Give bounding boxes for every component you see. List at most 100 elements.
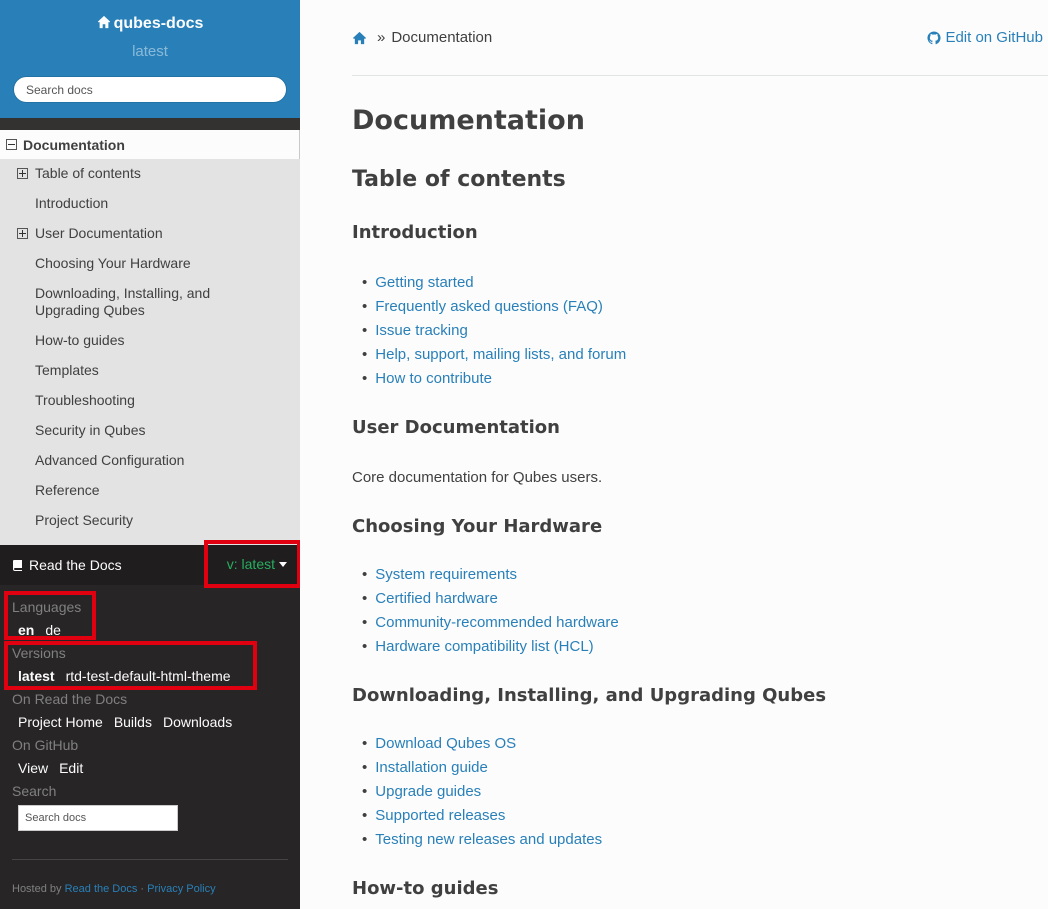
on-rtd-heading: On Read the Docs	[12, 691, 128, 707]
home-icon	[97, 15, 110, 29]
book-icon	[13, 560, 22, 571]
list-item: Getting started	[362, 271, 626, 295]
rtd-flyout: Read the Docs v: latest Languages en de V…	[0, 540, 300, 909]
project-name: qubes-docs	[113, 15, 204, 32]
testing-releases-link[interactable]: Testing new releases and updates	[375, 831, 602, 848]
toc-list: Table of contents Introduction User Docu…	[0, 159, 300, 536]
current-version-label: v: latest	[226, 556, 275, 572]
section-howto-heading: How-to guides	[352, 878, 499, 899]
download-qubes-link[interactable]: Download Qubes OS	[375, 735, 516, 752]
downloads-link[interactable]: Downloads	[163, 714, 232, 730]
list-item: Frequently asked questions (FAQ)	[362, 295, 626, 319]
how-to-contribute-link[interactable]: How to contribute	[375, 370, 492, 387]
github-list: View Edit	[18, 760, 288, 776]
list-item: Hardware compatibility list (HCL)	[362, 635, 619, 659]
expand-icon[interactable]	[17, 168, 28, 179]
read-the-docs-link[interactable]: Read the Docs	[65, 883, 138, 895]
github-view-link[interactable]: View	[18, 760, 48, 776]
hosted-prefix: Hosted by	[12, 883, 62, 895]
project-home-link[interactable]: qubes-docs	[0, 14, 300, 34]
sidebar-header: qubes-docs latest	[0, 0, 300, 118]
versions-highlight	[4, 641, 257, 690]
toc-item-reference[interactable]: Reference	[0, 476, 300, 506]
rtd-divider	[12, 859, 288, 860]
list-item: Help, support, mailing lists, and forum	[362, 343, 626, 367]
certified-hardware-link[interactable]: Certified hardware	[375, 590, 498, 607]
list-item: Community-recommended hardware	[362, 611, 618, 635]
github-icon	[927, 30, 941, 44]
list-item: Upgrade guides	[362, 780, 602, 804]
community-hardware-link[interactable]: Community-recommended hardware	[375, 614, 618, 631]
header-divider	[352, 75, 1048, 76]
hardware-links: System requirements Certified hardware C…	[362, 563, 619, 659]
supported-releases-link[interactable]: Supported releases	[375, 807, 505, 824]
list-item: Certified hardware	[362, 587, 619, 611]
section-install-heading: Downloading, Installing, and Upgrading Q…	[352, 685, 827, 706]
hosted-separator: ·	[140, 883, 145, 895]
privacy-policy-link[interactable]: Privacy Policy	[147, 883, 215, 895]
sidebar: qubes-docs latest Documentation Table of…	[0, 0, 300, 909]
list-item: Download Qubes OS	[362, 732, 602, 756]
edit-on-github-link[interactable]: Edit on GitHub	[927, 29, 1043, 46]
hcl-link[interactable]: Hardware compatibility list (HCL)	[375, 638, 593, 655]
rtd-search-wrapper	[12, 805, 288, 831]
edit-on-github-label: Edit on GitHub	[945, 29, 1043, 46]
system-requirements-link[interactable]: System requirements	[375, 566, 517, 583]
home-icon[interactable]	[352, 31, 367, 45]
getting-started-link[interactable]: Getting started	[375, 274, 473, 291]
toc-current-documentation[interactable]: Documentation	[0, 130, 300, 159]
collapse-icon[interactable]	[6, 139, 17, 150]
help-support-link[interactable]: Help, support, mailing lists, and forum	[375, 346, 626, 363]
list-item: How to contribute	[362, 367, 626, 391]
toc-item-user-documentation[interactable]: User Documentation	[0, 219, 300, 249]
section-hardware-heading: Choosing Your Hardware	[352, 516, 603, 537]
caret-down-icon	[279, 561, 287, 567]
toc-item-advanced-configuration[interactable]: Advanced Configuration	[0, 446, 300, 476]
builds-link[interactable]: Builds	[114, 714, 152, 730]
toc-item-templates[interactable]: Templates	[0, 356, 300, 386]
list-item: System requirements	[362, 563, 619, 587]
breadcrumb-current: Documentation	[391, 29, 493, 46]
rtd-search-input[interactable]	[18, 805, 178, 831]
toc-item-troubleshooting[interactable]: Troubleshooting	[0, 386, 300, 416]
upgrade-guides-link[interactable]: Upgrade guides	[375, 783, 481, 800]
version-switcher[interactable]: v: latest	[204, 540, 300, 588]
breadcrumb: » Documentation	[352, 29, 492, 46]
expand-icon[interactable]	[17, 228, 28, 239]
page-title: Documentation	[352, 105, 585, 136]
toc-heading: Table of contents	[352, 167, 566, 192]
on-rtd-list: Project Home Builds Downloads	[18, 714, 288, 730]
toc-item-introduction[interactable]: Introduction	[0, 189, 300, 219]
installation-guide-link[interactable]: Installation guide	[375, 759, 488, 776]
toc-item-project-security[interactable]: Project Security	[0, 506, 300, 536]
sidebar-search-input[interactable]	[13, 76, 287, 103]
languages-highlight	[4, 591, 96, 640]
sidebar-toc: Documentation Table of contents Introduc…	[0, 130, 300, 560]
introduction-links: Getting started Frequently asked questio…	[362, 271, 626, 391]
list-item: Installation guide	[362, 756, 602, 780]
install-links: Download Qubes OS Installation guide Upg…	[362, 732, 602, 852]
project-home-link-rtd[interactable]: Project Home	[18, 714, 103, 730]
toc-current-label: Documentation	[23, 136, 125, 153]
list-item: Testing new releases and updates	[362, 828, 602, 852]
hosted-by: Hosted by Read the Docs · Privacy Policy	[12, 883, 216, 895]
toc-item-table-of-contents[interactable]: Table of contents	[0, 159, 300, 189]
github-edit-link[interactable]: Edit	[59, 760, 83, 776]
toc-item-downloading-installing[interactable]: Downloading, Installing, and Upgrading Q…	[0, 279, 300, 326]
user-documentation-text: Core documentation for Qubes users.	[352, 469, 603, 486]
search-heading: Search	[12, 783, 57, 799]
sidebar-version: latest	[132, 43, 168, 60]
toc-item-how-to-guides[interactable]: How-to guides	[0, 326, 300, 356]
list-item: Supported releases	[362, 804, 602, 828]
rtd-flyout-bar[interactable]: Read the Docs v: latest	[0, 540, 300, 588]
rtd-title: Read the Docs	[29, 557, 122, 573]
toc-item-choosing-hardware[interactable]: Choosing Your Hardware	[0, 249, 300, 279]
toc-item-security[interactable]: Security in Qubes	[0, 416, 300, 446]
issue-tracking-link[interactable]: Issue tracking	[375, 322, 468, 339]
section-introduction-heading: Introduction	[352, 222, 478, 243]
section-user-documentation-heading: User Documentation	[352, 417, 560, 438]
list-item: Issue tracking	[362, 319, 626, 343]
faq-link[interactable]: Frequently asked questions (FAQ)	[375, 298, 603, 315]
breadcrumb-separator: »	[377, 29, 386, 46]
github-heading: On GitHub	[12, 737, 79, 753]
